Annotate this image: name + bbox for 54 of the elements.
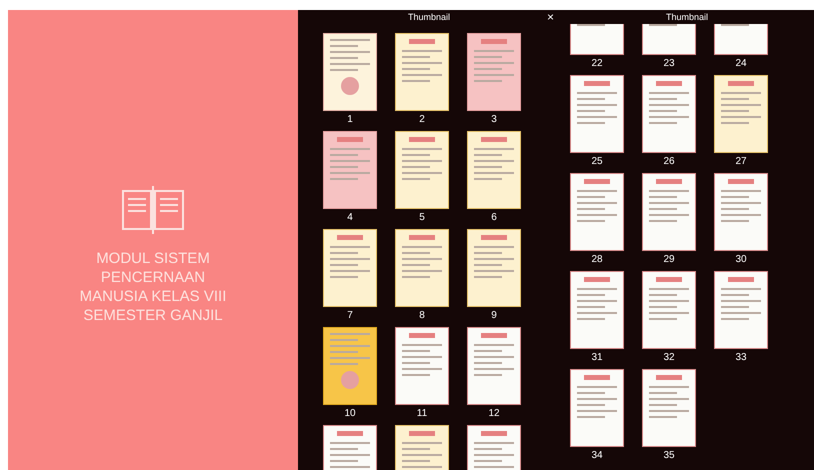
page-thumbnail[interactable] [714,271,768,349]
page-thumbnail[interactable] [570,75,624,153]
page-number: 25 [591,156,603,167]
page-thumbnail[interactable] [323,131,377,209]
page-number: 5 [419,212,425,223]
page-number: 1 [347,114,353,125]
page-number: 31 [591,352,603,363]
page-thumbnail[interactable] [714,75,768,153]
page-number: 6 [491,212,497,223]
page-number: 23 [663,58,675,69]
page-thumbnail[interactable] [467,33,521,111]
page-thumbnail[interactable] [395,131,449,209]
page-thumbnail[interactable] [323,229,377,307]
page-thumbnail[interactable] [323,33,377,111]
page-number: 28 [591,254,603,265]
page-number: 35 [663,450,675,461]
page-thumbnail[interactable] [570,173,624,251]
page-thumbnail[interactable] [642,75,696,153]
page-number: 30 [735,254,747,265]
page-thumbnail[interactable] [395,327,449,405]
page-thumbnail[interactable] [323,327,377,405]
page-number: 7 [347,310,353,321]
page-thumbnail[interactable] [642,173,696,251]
page-number: 29 [663,254,675,265]
page-number: 11 [416,408,428,419]
page-number: 9 [491,310,497,321]
page-number: 10 [344,408,356,419]
page-number: 2 [419,114,425,125]
page-thumbnail[interactable] [570,369,624,447]
panel-title: Thumbnail [408,12,450,22]
page-number: 26 [663,156,675,167]
page-thumbnail[interactable] [467,229,521,307]
page-number: 22 [591,58,603,69]
book-title: MODUL SISTEM PENCERNAAN MANUSIA KELAS VIII SEMESTER GANJIL [78,249,228,325]
page-number: 8 [419,310,425,321]
page-number: 4 [347,212,353,223]
page-number: 12 [488,408,500,419]
page-thumbnail[interactable] [642,369,696,447]
page-thumbnail[interactable] [714,173,768,251]
panel-title: Thumbnail [666,12,708,22]
page-number: 33 [735,352,747,363]
close-button[interactable]: × [544,11,558,23]
open-book-icon [120,185,186,235]
page-thumbnail[interactable] [570,271,624,349]
page-thumbnail[interactable] [642,271,696,349]
page-number: 24 [735,58,747,69]
page-number: 34 [591,450,603,461]
page-thumbnail[interactable] [395,229,449,307]
page-thumbnail[interactable] [467,327,521,405]
page-thumbnail[interactable] [467,131,521,209]
page-thumbnail[interactable] [395,33,449,111]
page-number: 3 [491,114,497,125]
page-number: 27 [735,156,747,167]
page-number: 32 [663,352,675,363]
